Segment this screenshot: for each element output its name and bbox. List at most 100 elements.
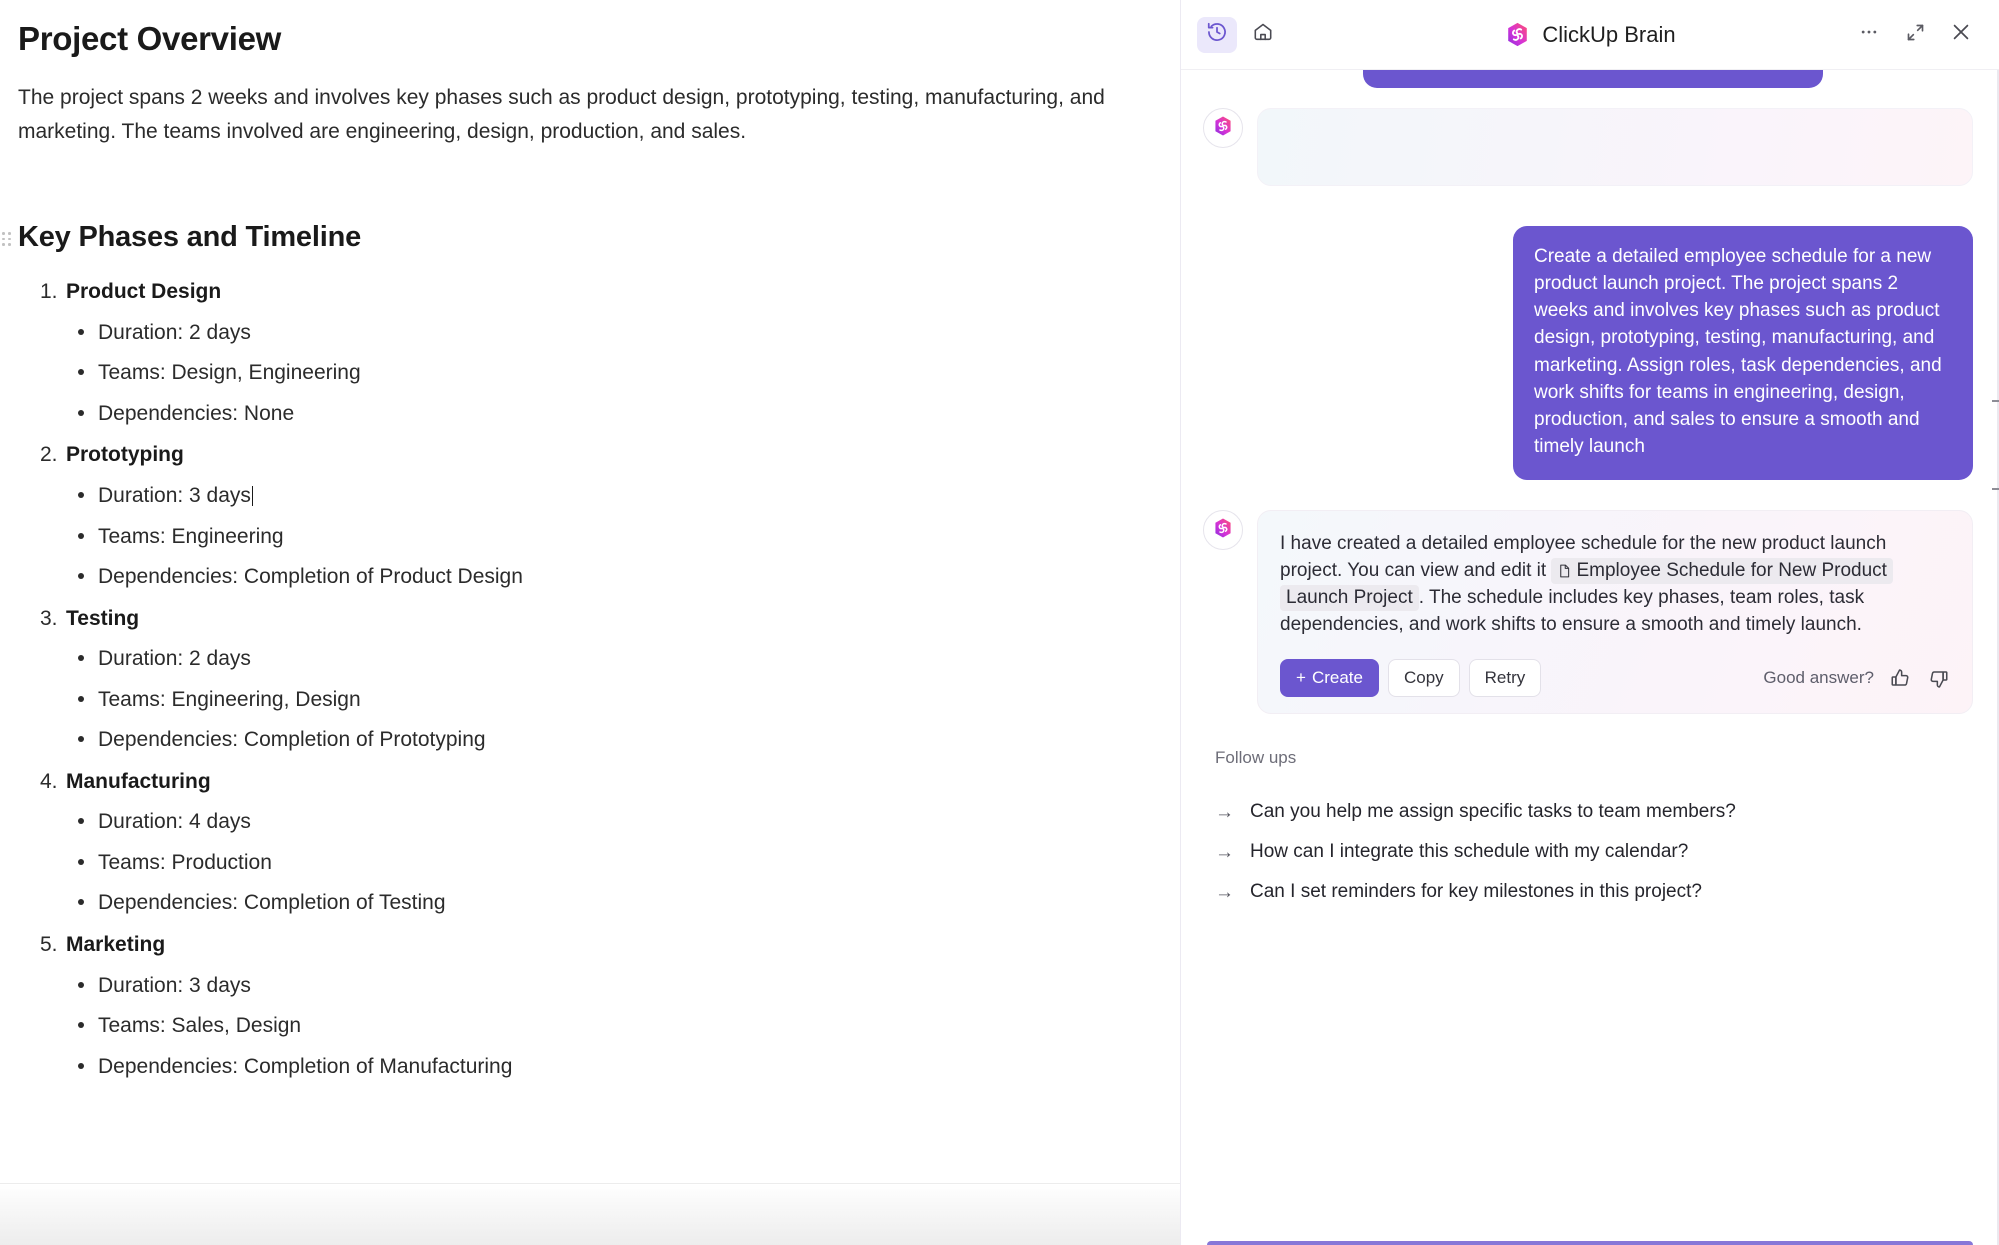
phase-number: 2. (40, 443, 58, 467)
more-options-button[interactable] (1855, 21, 1883, 49)
phase-title-row: 4. Manufacturing (40, 762, 1180, 803)
followups-section: Follow ups → Can you help me assign spec… (1215, 748, 1973, 912)
list-item: Dependencies: Completion of Product Desi… (78, 557, 1180, 598)
document-footer-bar (0, 1183, 1180, 1245)
followup-label: Can I set reminders for key milestones i… (1250, 881, 1702, 903)
list-item: Teams: Sales, Design (78, 1006, 1180, 1047)
clickup-brain-logo-icon (1212, 517, 1234, 544)
list-item: Duration: 2 days (78, 313, 1180, 354)
retry-button[interactable]: Retry (1468, 659, 1542, 698)
phase-name: Testing (66, 606, 140, 630)
followups-title: Follow ups (1215, 748, 1297, 768)
conversation-thread[interactable]: Create a detailed employee schedule for … (1181, 70, 1999, 1245)
page-title: Project Overview (18, 20, 282, 57)
phase-name: Manufacturing (66, 769, 211, 793)
list-item: 1. Product Design Duration: 2 days Teams… (40, 272, 1180, 434)
list-item: Teams: Engineering (78, 517, 1180, 558)
expand-button[interactable] (1901, 21, 1929, 49)
app-root: Project Overview The project spans 2 wee… (0, 0, 1999, 1245)
followup-label: How can I integrate this schedule with m… (1250, 841, 1689, 863)
list-item: Dependencies: Completion of Manufacturin… (78, 1047, 1180, 1088)
phase-title-row: 1. Product Design (40, 272, 1180, 313)
phase-number: 4. (40, 769, 58, 793)
detail-text: Duration: 3 days (98, 484, 251, 508)
feedback-controls: Good answer? (1763, 667, 1950, 690)
copy-button[interactable]: Copy (1387, 659, 1460, 698)
retry-button-label: Retry (1484, 668, 1526, 688)
document-pane: Project Overview The project spans 2 wee… (0, 0, 1180, 1245)
list-item: Teams: Design, Engineering (78, 353, 1180, 394)
phase-title-row: 5. Marketing (40, 925, 1180, 966)
list-item: 2. Prototyping Duration: 3 days Teams: E… (40, 435, 1180, 597)
clickup-brain-panel: ClickUp Brain Create a detailed employee… (1180, 0, 1999, 1245)
assistant-message-bubble: I have created a detailed employee sched… (1257, 510, 1973, 715)
header-right-controls (1855, 21, 1975, 49)
home-button[interactable] (1243, 17, 1283, 53)
phase-number: 1. (40, 280, 58, 304)
composer-top-edge[interactable] (1207, 1241, 1973, 1245)
phase-number: 3. (40, 606, 58, 630)
user-message-bubble: Create a detailed employee schedule for … (1513, 226, 1973, 481)
section-heading-row: Key Phases and Timeline (2, 221, 1180, 254)
copy-button-label: Copy (1403, 668, 1444, 688)
text-cursor (251, 486, 254, 507)
arrow-right-icon: → (1215, 881, 1234, 903)
brain-header: ClickUp Brain (1181, 0, 1999, 70)
phase-details: Duration: 3 days Teams: Engineering Depe… (40, 476, 1180, 598)
phase-details: Duration: 4 days Teams: Production Depen… (40, 802, 1180, 924)
list-item: Duration: 3 days (78, 966, 1180, 1007)
section-title: Key Phases and Timeline (18, 221, 362, 254)
home-icon (1252, 21, 1274, 48)
drag-handle-icon[interactable] (2, 232, 12, 248)
avatar (1203, 108, 1243, 148)
clickup-brain-logo-icon (1504, 21, 1531, 48)
phase-name: Prototyping (66, 443, 184, 467)
followup-item[interactable]: → How can I integrate this schedule with… (1215, 832, 1973, 872)
assistant-actions: + Create Copy Retry Good answer? (1280, 659, 1950, 698)
list-item: 4. Manufacturing Duration: 4 days Teams:… (40, 762, 1180, 924)
phase-title-row: 2. Prototyping (40, 435, 1180, 476)
header-left-controls (1197, 16, 1283, 53)
expand-icon (1905, 22, 1926, 48)
more-options-icon (1859, 22, 1879, 47)
followup-label: Can you help me assign specific tasks to… (1250, 801, 1736, 823)
arrow-right-icon: → (1215, 841, 1234, 863)
previous-message-bubble-clipped (1363, 70, 1823, 88)
arrow-right-icon: → (1215, 801, 1234, 823)
list-item: Duration: 3 days (78, 476, 1180, 517)
list-item: Dependencies: Completion of Prototyping (78, 720, 1180, 761)
document-body[interactable]: Project Overview The project spans 2 wee… (0, 0, 1180, 1087)
close-icon (1950, 21, 1972, 48)
feedback-label: Good answer? (1763, 668, 1874, 688)
scroll-mark (1992, 400, 1999, 402)
thumbs-up-icon[interactable] (1889, 667, 1912, 690)
close-button[interactable] (1947, 21, 1975, 49)
loading-placeholder-bubble (1257, 108, 1973, 186)
phase-name: Marketing (66, 933, 166, 957)
avatar (1203, 510, 1243, 551)
phases-list: 1. Product Design Duration: 2 days Teams… (18, 272, 1180, 1087)
assistant-message-row: I have created a detailed employee sched… (1203, 510, 1973, 715)
assistant-message-text: I have created a detailed employee sched… (1280, 531, 1950, 639)
phase-number: 5. (40, 933, 58, 957)
panel-title: ClickUp Brain (1542, 21, 1676, 47)
list-item: 3. Testing Duration: 2 days Teams: Engin… (40, 599, 1180, 761)
create-button[interactable]: + Create (1280, 659, 1379, 698)
list-item: Teams: Production (78, 843, 1180, 884)
document-icon (1557, 560, 1576, 581)
list-item: Duration: 4 days (78, 802, 1180, 843)
thumbs-down-icon[interactable] (1927, 667, 1950, 690)
phase-details: Duration: 2 days Teams: Engineering, Des… (40, 639, 1180, 761)
create-button-label: Create (1311, 668, 1363, 688)
clickup-brain-logo-icon (1212, 115, 1234, 142)
assistant-loading-row (1203, 108, 1973, 186)
phase-details: Duration: 3 days Teams: Sales, Design De… (40, 966, 1180, 1088)
phase-name: Product Design (66, 280, 222, 304)
list-item: Dependencies: None (78, 394, 1180, 435)
followup-item[interactable]: → Can you help me assign specific tasks … (1215, 792, 1973, 832)
history-button[interactable] (1197, 16, 1237, 53)
plus-icon: + (1296, 668, 1306, 688)
followup-item[interactable]: → Can I set reminders for key milestones… (1215, 872, 1973, 912)
list-item: Duration: 2 days (78, 639, 1180, 680)
phase-details: Duration: 2 days Teams: Design, Engineer… (40, 313, 1180, 435)
